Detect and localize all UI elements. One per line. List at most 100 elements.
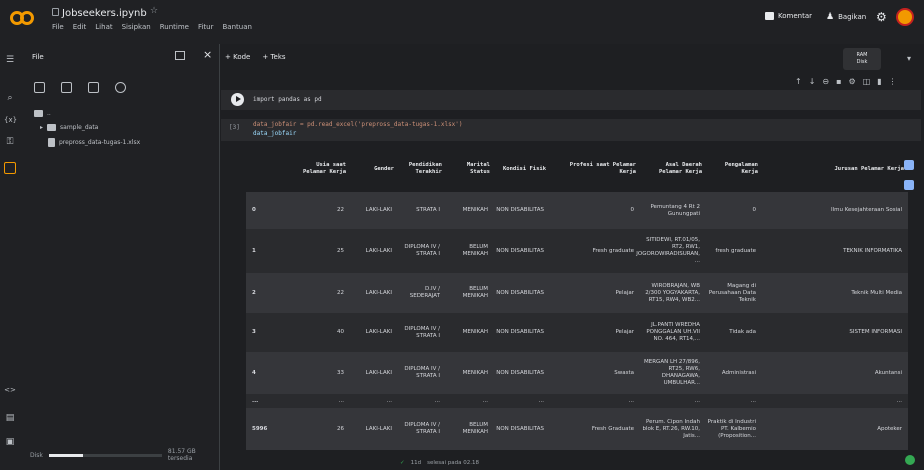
menu-item-help[interactable]: Bantuan: [222, 23, 251, 31]
settings-cell-icon[interactable]: ⚙: [849, 77, 856, 86]
table-cell: Swasta: [614, 369, 634, 376]
refresh-folder-icon[interactable]: [61, 82, 72, 93]
table-cell: NON DISABILITAS: [496, 369, 544, 376]
table-cell: D.IV / SEDERAJAT: [409, 286, 440, 299]
table-cell: Pelajar: [615, 329, 634, 335]
menu-item-insert[interactable]: Sisipkan: [122, 23, 151, 31]
table-cell: Ilmu Kesejahteraan Sosial: [830, 207, 902, 213]
notebook-title[interactable]: Jobseekers.ipynb: [62, 8, 147, 19]
table-cell: WIROBRAJAN, WB 2/300 YOGYAKARTA, RT15, R…: [645, 282, 700, 303]
table-cell: LAKI-LAKI: [365, 207, 392, 213]
file-icon: [48, 138, 55, 147]
tree-item-xlsx[interactable]: prepross_data-tugas-1.xlsx: [48, 138, 140, 147]
code-cell-import[interactable]: import pandas as pd: [221, 90, 921, 110]
app-header: Jobseekers.ipynb ☆ File Edit Lihat Sisip…: [0, 0, 924, 44]
status-indicator-icon[interactable]: [905, 455, 915, 465]
table-cell: ...: [434, 397, 440, 404]
column-header: Pengalaman Kerja: [724, 162, 758, 175]
table-cell: NON DISABILITAS: [496, 289, 544, 296]
cell-code-line-2[interactable]: data_jobfair: [253, 130, 296, 137]
code-icon[interactable]: <>: [4, 384, 16, 396]
table-cell: Fresh graduate: [592, 247, 634, 254]
avatar[interactable]: [896, 8, 914, 26]
gear-icon[interactable]: ⚙: [876, 10, 887, 24]
table-row: 4 33 LAKI-LAKI DIPLOMA IV / STRATA I MENIKAH…: [246, 352, 908, 394]
disk-usage-fill: [48, 453, 83, 457]
status-bar: ✓ 11d selesai pada 02.18: [400, 460, 479, 466]
row-index: 0: [252, 207, 256, 213]
table-cell: LAKI-LAKI: [365, 247, 392, 254]
star-icon[interactable]: ☆: [150, 6, 158, 16]
file-toolbar: [34, 82, 126, 93]
table-cell: MENIKAH: [462, 207, 488, 213]
search-icon[interactable]: ⌕: [4, 92, 16, 104]
ram-label: RAM: [856, 52, 868, 58]
terminal-icon[interactable]: ▤: [4, 412, 16, 424]
table-cell: Magang di Perusahaan Data Teknik: [708, 282, 756, 303]
menu-item-view[interactable]: Lihat: [95, 23, 112, 31]
table-row: 0 22 LAKI-LAKI STRATA I MENIKAH NON DISABILIT…: [246, 192, 908, 229]
files-icon[interactable]: [4, 162, 16, 174]
menu-item-file[interactable]: File: [52, 23, 64, 31]
cell-code-line-1[interactable]: data_jobfair = pd.read_excel('prepross_d…: [253, 121, 463, 128]
left-rail: ☰ ⌕ {x} ⚿ <> ▤ ▣: [0, 44, 20, 470]
tree-item-label: ..: [47, 110, 51, 117]
table-cell: DIPLOMA IV / STRATA I: [404, 244, 440, 257]
menu-item-edit[interactable]: Edit: [73, 23, 87, 31]
colab-logo-icon[interactable]: [10, 10, 34, 26]
table-cell: BELUM MENIKAH: [462, 422, 488, 435]
variables-icon[interactable]: {x}: [4, 114, 17, 126]
right-side-icons: [904, 160, 914, 200]
notebook-main: + Kode + Teks RAM Disk ▾ ↑ ↓ ⊖ ▪ ⚙ ◫ ▮ ⋮…: [221, 44, 924, 470]
menu-icon[interactable]: ☰: [4, 54, 16, 66]
table-cell: DIPLOMA IV / STRATA I: [404, 325, 440, 339]
close-icon[interactable]: ×: [203, 48, 212, 61]
row-index: 4: [252, 369, 256, 376]
code-cell-read-excel[interactable]: [3] data_jobfair = pd.read_excel('prepro…: [221, 119, 921, 141]
open-in-tab-icon[interactable]: [175, 51, 185, 60]
files-panel: File × .. ▸ sample_data prepross_data-tu…: [20, 44, 220, 470]
disk-usage-bar: [48, 453, 162, 457]
check-icon: ✓: [400, 460, 405, 466]
table-cell: ...: [694, 397, 700, 404]
more-vert-icon[interactable]: ⋮: [889, 77, 897, 86]
resource-monitor[interactable]: RAM Disk: [843, 48, 881, 70]
disk-label: Disk: [30, 451, 43, 459]
table-cell: 40: [337, 329, 344, 335]
comment-icon: [765, 12, 774, 20]
menu-item-runtime[interactable]: Runtime: [160, 23, 189, 31]
run-cell-icon[interactable]: [231, 93, 244, 106]
column-header: Jurusan Pelamar Kerja: [834, 165, 904, 172]
table-cell: 0: [752, 207, 757, 213]
move-down-icon[interactable]: ↓: [809, 77, 816, 86]
menu-bar: File Edit Lihat Sisipkan Runtime Fitur B…: [52, 23, 252, 31]
add-text-cell-button[interactable]: + Teks: [262, 53, 285, 61]
delete-cell-icon[interactable]: ▮: [877, 77, 881, 86]
column-header: Marital Status: [466, 162, 490, 175]
mirror-cell-icon[interactable]: ◫: [863, 77, 871, 86]
comment-button[interactable]: Komentar: [765, 12, 812, 20]
new-folder-icon[interactable]: [88, 82, 99, 93]
mount-drive-icon[interactable]: [115, 82, 126, 93]
console-icon[interactable]: ▣: [4, 436, 16, 448]
side-panel-icon[interactable]: [904, 160, 914, 170]
share-button[interactable]: ♟ Bagikan: [826, 12, 866, 22]
share-label: Bagikan: [838, 13, 867, 21]
side-panel-icon[interactable]: [904, 180, 914, 190]
link-icon[interactable]: ⊖: [822, 77, 829, 86]
table-cell: STRATA I: [416, 207, 440, 213]
disk-short-label: Disk: [856, 59, 868, 65]
tree-item-parent[interactable]: ..: [34, 110, 51, 117]
move-up-icon[interactable]: ↑: [795, 77, 802, 86]
add-code-cell-button[interactable]: + Kode: [225, 53, 250, 61]
comment-cell-icon[interactable]: ▪: [836, 77, 841, 86]
cell-toolbar: ↑ ↓ ⊖ ▪ ⚙ ◫ ▮ ⋮: [795, 77, 897, 86]
cell-code[interactable]: import pandas as pd: [253, 96, 322, 103]
tree-item-sample-data[interactable]: ▸ sample_data: [40, 124, 98, 131]
menu-item-tools[interactable]: Fitur: [198, 23, 214, 31]
upload-file-icon[interactable]: [34, 82, 45, 93]
table-cell: TEKNIK INFORMATIKA: [843, 247, 902, 254]
secrets-icon[interactable]: ⚿: [4, 136, 16, 148]
dataframe-header: Usia saat Pelamar Kerja Gender Pendidikan …: [246, 146, 908, 192]
chevron-down-icon[interactable]: ▾: [907, 54, 911, 63]
